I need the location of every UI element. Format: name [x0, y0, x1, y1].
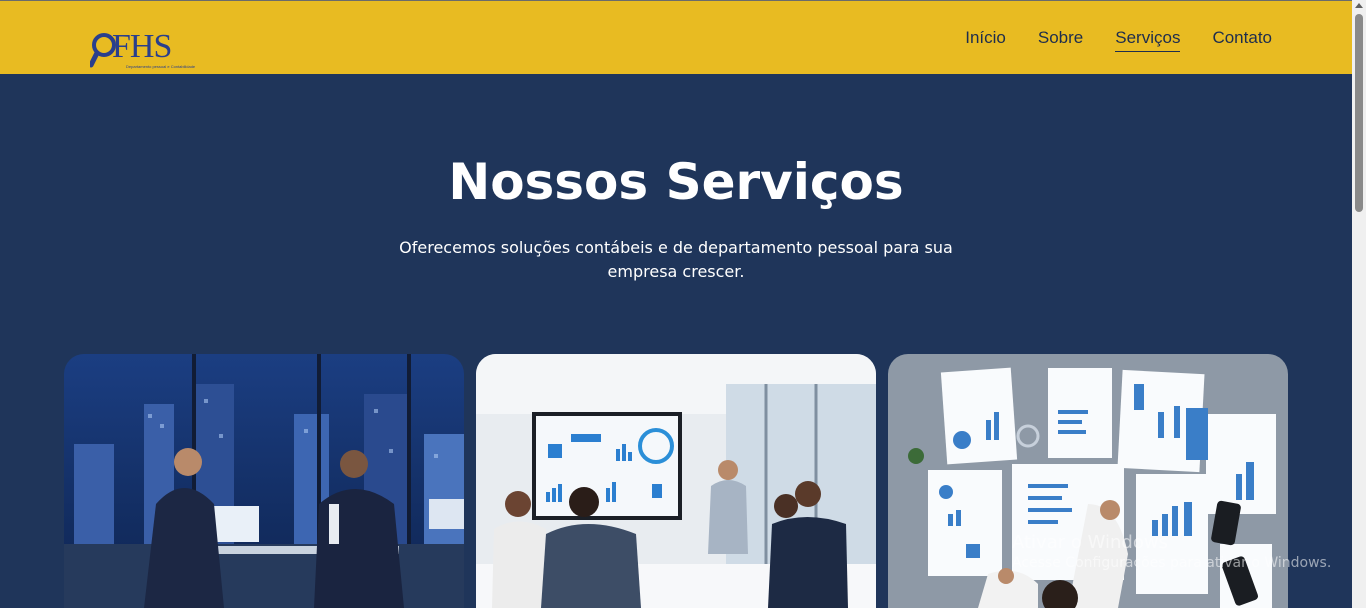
service-card-presentation[interactable] [476, 354, 876, 608]
watermark-text: Acesse Configurações para ativar o Windo… [1012, 555, 1332, 571]
page-subtitle: Oferecemos soluções contábeis e de depar… [399, 238, 953, 281]
windows-activation-watermark: Ativar o Windows Acesse Configurações pa… [1012, 532, 1331, 571]
presentation-image [476, 354, 876, 608]
site-header: FHS Departamento pessoal e Contabilidade… [0, 1, 1352, 74]
nav-servicos[interactable]: Serviços [1115, 28, 1181, 52]
logo-text: FHS [112, 28, 172, 65]
nav-sobre[interactable]: Sobre [1038, 28, 1083, 52]
service-card-meeting[interactable] [64, 354, 464, 608]
nav-contato[interactable]: Contato [1212, 28, 1272, 52]
page-title: Nossos Serviços [448, 153, 904, 211]
scrollbar-thumb[interactable] [1355, 14, 1363, 212]
nav-inicio[interactable]: Início [965, 28, 1006, 52]
logo-subtext: Departamento pessoal e Contabilidade [126, 64, 196, 69]
fhs-logo[interactable]: FHS Departamento pessoal e Contabilidade [90, 28, 195, 70]
vertical-scrollbar[interactable] [1352, 0, 1366, 608]
main-nav: Início Sobre Serviços Contato [965, 28, 1272, 52]
scroll-up-arrow-icon[interactable] [1355, 3, 1363, 8]
watermark-title: Ativar o Windows [1012, 532, 1168, 553]
business-meeting-image [64, 354, 464, 608]
